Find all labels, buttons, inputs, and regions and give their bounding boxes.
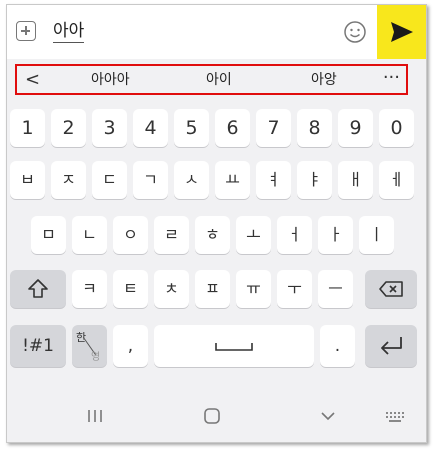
key-jamo[interactable]: ㅓ <box>277 216 312 254</box>
phone-screen: 아아 < 아아아 아이 아앙 ··· 1 2 3 4 5 6 7 8 9 0 ㅂ… <box>6 4 427 443</box>
key-number[interactable]: 1 <box>10 109 45 147</box>
key-jamo[interactable]: ㅐ <box>338 161 373 199</box>
key-jamo[interactable]: ㅠ <box>236 270 271 308</box>
enter-button[interactable] <box>365 325 417 367</box>
key-number[interactable]: 5 <box>174 109 209 147</box>
key-jamo[interactable]: ㅎ <box>195 216 230 254</box>
language-label-english: 영 <box>91 352 101 363</box>
key-jamo[interactable]: ㄷ <box>92 161 127 199</box>
suggestion-item[interactable]: 아아아 <box>91 71 130 89</box>
message-input-bar: 아아 <box>7 5 426 59</box>
key-jamo[interactable]: ㅋ <box>72 270 107 308</box>
navigation-bar <box>7 387 426 442</box>
space-icon <box>215 343 253 351</box>
comma-key[interactable]: , <box>113 325 148 367</box>
home-icon[interactable] <box>203 407 221 425</box>
key-jamo[interactable]: ㅑ <box>297 161 332 199</box>
back-chevron-icon[interactable]: < <box>25 70 40 90</box>
symbols-button[interactable]: !#1 <box>10 325 66 367</box>
language-toggle-button[interactable]: 한 영 <box>72 325 107 367</box>
key-jamo[interactable]: ㅜ <box>277 270 312 308</box>
shift-button[interactable] <box>10 270 66 308</box>
key-jamo[interactable]: ㅊ <box>154 270 189 308</box>
period-key[interactable]: . <box>320 325 355 367</box>
key-number[interactable]: 4 <box>133 109 168 147</box>
key-jamo[interactable]: ㅣ <box>359 216 394 254</box>
key-jamo[interactable]: ㅌ <box>113 270 148 308</box>
key-jamo[interactable]: ㅅ <box>174 161 209 199</box>
key-number[interactable]: 8 <box>297 109 332 147</box>
suggestion-item[interactable]: 아앙 <box>311 71 337 89</box>
space-bar[interactable] <box>154 325 314 367</box>
key-jamo[interactable]: ㄹ <box>154 216 189 254</box>
key-number[interactable]: 7 <box>256 109 291 147</box>
key-number[interactable]: 3 <box>92 109 127 147</box>
key-jamo[interactable]: ㅔ <box>379 161 414 199</box>
key-number[interactable]: 6 <box>215 109 250 147</box>
backspace-button[interactable] <box>365 270 417 308</box>
recent-apps-icon[interactable] <box>87 409 103 423</box>
key-jamo[interactable]: ㅏ <box>318 216 353 254</box>
key-number[interactable]: 9 <box>338 109 373 147</box>
key-jamo[interactable]: ㅈ <box>51 161 86 199</box>
enter-icon <box>381 337 402 355</box>
message-input[interactable]: 아아 <box>53 20 85 43</box>
key-jamo[interactable]: ㅡ <box>318 270 353 308</box>
key-jamo[interactable]: ㅕ <box>256 161 291 199</box>
chevron-down-icon[interactable] <box>320 411 336 421</box>
send-icon <box>391 22 413 42</box>
key-jamo[interactable]: ㄴ <box>72 216 107 254</box>
key-jamo[interactable]: ㅂ <box>10 161 45 199</box>
key-jamo[interactable]: ㅛ <box>215 161 250 199</box>
shift-icon <box>28 279 48 298</box>
send-button[interactable] <box>377 5 426 59</box>
key-jamo[interactable]: ㅗ <box>236 216 271 254</box>
key-jamo[interactable]: ㅇ <box>113 216 148 254</box>
key-jamo[interactable]: ㅁ <box>31 216 66 254</box>
key-jamo[interactable]: ㅍ <box>195 270 230 308</box>
plus-icon[interactable] <box>16 21 36 41</box>
backspace-icon <box>379 281 403 297</box>
more-options-icon[interactable]: ··· <box>383 67 400 88</box>
keyboard-icon[interactable] <box>385 411 405 423</box>
key-jamo[interactable]: ㄱ <box>133 161 168 199</box>
suggestion-strip: < 아아아 아이 아앙 ··· <box>15 64 408 95</box>
suggestion-item[interactable]: 아이 <box>206 71 232 89</box>
key-number[interactable]: 2 <box>51 109 86 147</box>
emoji-icon[interactable] <box>343 20 367 44</box>
key-number[interactable]: 0 <box>379 109 414 147</box>
